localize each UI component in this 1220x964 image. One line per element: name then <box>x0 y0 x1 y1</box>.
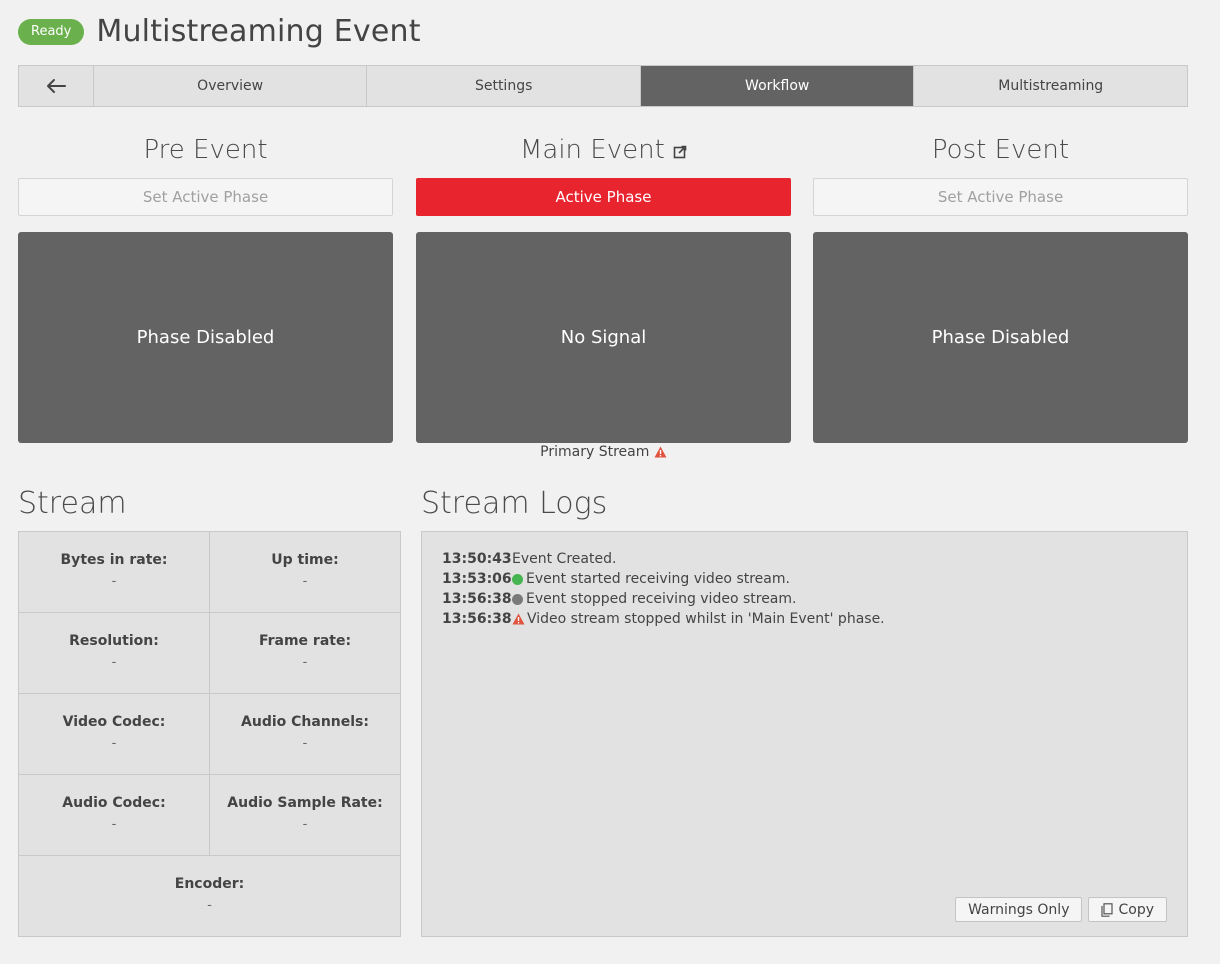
stream-logs-heading: Stream Logs <box>421 486 608 521</box>
field-label: Audio Codec: <box>62 795 166 811</box>
stream-heading: Stream <box>18 486 127 521</box>
phase-post-event: Post Event Set Active Phase Phase Disabl… <box>813 132 1188 443</box>
stream-field-video-codec: Video Codec: - <box>19 694 209 774</box>
page-header: Ready Multistreaming Event <box>18 14 421 49</box>
stream-logs-panel[interactable]: 13:50:43 Event Created. 13:53:06 Event s… <box>421 531 1188 937</box>
stream-row: Encoder: - <box>19 856 400 936</box>
back-button[interactable] <box>19 66 93 106</box>
status-badge: Ready <box>18 18 85 45</box>
field-label: Up time: <box>271 552 339 568</box>
field-label: Audio Channels: <box>241 714 369 730</box>
primary-stream-label: Primary Stream <box>416 444 791 460</box>
stream-field-bytes-in-rate: Bytes in rate: - <box>19 532 209 612</box>
copy-button[interactable]: Copy <box>1088 897 1167 922</box>
log-time: 13:56:38 <box>442 611 512 627</box>
external-link-icon[interactable] <box>673 145 687 159</box>
phase-status: Phase Disabled <box>931 327 1070 348</box>
phase-title-text: Main Event <box>519 135 665 165</box>
field-label: Encoder: <box>174 876 245 892</box>
warning-icon <box>654 446 667 458</box>
log-entry: 13:56:38 Video stream stopped whilst in … <box>442 609 1167 629</box>
field-label: Audio Sample Rate: <box>227 795 383 811</box>
field-value: - <box>111 655 117 670</box>
log-time: 13:53:06 <box>442 571 512 587</box>
copy-label: Copy <box>1118 901 1154 918</box>
page-title: Multistreaming Event <box>96 14 421 49</box>
phase-status: No Signal <box>560 327 647 348</box>
field-value: - <box>111 574 117 589</box>
phase-preview: Phase Disabled <box>813 232 1188 443</box>
tab-multistreaming[interactable]: Multistreaming <box>913 66 1187 106</box>
field-value: - <box>302 817 308 832</box>
field-value: - <box>207 898 212 913</box>
log-message: Event Created. <box>512 551 617 567</box>
log-message: Event started receiving video stream. <box>526 571 790 587</box>
stream-row: Resolution: - Frame rate: - <box>19 613 400 694</box>
stream-field-audio-codec: Audio Codec: - <box>19 775 209 855</box>
stream-field-audio-sample-rate: Audio Sample Rate: - <box>209 775 400 855</box>
stream-field-encoder: Encoder: - <box>19 856 400 936</box>
tab-settings[interactable]: Settings <box>366 66 640 106</box>
phase-title: Post Event <box>931 135 1070 165</box>
copy-icon <box>1101 902 1114 917</box>
log-message: Video stream stopped whilst in 'Main Eve… <box>527 611 885 627</box>
field-label: Frame rate: <box>258 633 352 649</box>
log-entry: 13:53:06 Event started receiving video s… <box>442 569 1167 589</box>
tab-workflow[interactable]: Workflow <box>639 66 914 106</box>
phase-preview: No Signal <box>416 232 791 443</box>
stream-row: Video Codec: - Audio Channels: - <box>19 694 400 775</box>
primary-stream-text: Primary Stream <box>540 444 650 460</box>
stream-field-frame-rate: Frame rate: - <box>209 613 400 693</box>
stream-row: Audio Codec: - Audio Sample Rate: - <box>19 775 400 856</box>
log-time: 13:56:38 <box>442 591 512 607</box>
stream-field-up-time: Up time: - <box>209 532 400 612</box>
phase-title: Main Event <box>416 132 791 168</box>
field-value: - <box>111 817 117 832</box>
field-label: Resolution: <box>69 633 159 649</box>
set-active-phase-button[interactable]: Set Active Phase <box>813 178 1188 216</box>
log-actions: Warnings Only Copy <box>955 897 1167 922</box>
set-active-phase-button[interactable]: Set Active Phase <box>18 178 393 216</box>
stream-info-grid: Bytes in rate: - Up time: - Resolution: … <box>18 531 401 937</box>
log-time: 13:50:43 <box>442 551 512 567</box>
grey-dot-icon <box>512 593 523 605</box>
tab-overview[interactable]: Overview <box>92 66 367 106</box>
active-phase-button[interactable]: Active Phase <box>416 178 791 216</box>
phase-preview: Phase Disabled <box>18 232 393 443</box>
tab-bar: Overview Settings Workflow Multistreamin… <box>18 65 1188 107</box>
phase-main-event: Main Event Active Phase No Signal <box>416 132 791 443</box>
field-value: - <box>302 736 308 751</box>
phase-status: Phase Disabled <box>136 327 275 348</box>
log-message: Event stopped receiving video stream. <box>526 591 797 607</box>
warnings-only-button[interactable]: Warnings Only <box>955 897 1083 922</box>
warning-icon <box>512 613 525 625</box>
arrow-left-icon <box>46 79 66 93</box>
log-entry: 13:50:43 Event Created. <box>442 549 1167 569</box>
stream-field-resolution: Resolution: - <box>19 613 209 693</box>
field-value: - <box>302 655 308 670</box>
log-entry: 13:56:38 Event stopped receiving video s… <box>442 589 1167 609</box>
green-dot-icon <box>512 573 523 585</box>
field-value: - <box>111 736 117 751</box>
phase-pre-event: Pre Event Set Active Phase Phase Disable… <box>18 132 393 443</box>
phase-title: Pre Event <box>143 135 268 165</box>
stream-field-audio-channels: Audio Channels: - <box>209 694 400 774</box>
stream-row: Bytes in rate: - Up time: - <box>19 532 400 613</box>
field-label: Bytes in rate: <box>60 552 168 568</box>
field-label: Video Codec: <box>62 714 166 730</box>
field-value: - <box>302 574 308 589</box>
